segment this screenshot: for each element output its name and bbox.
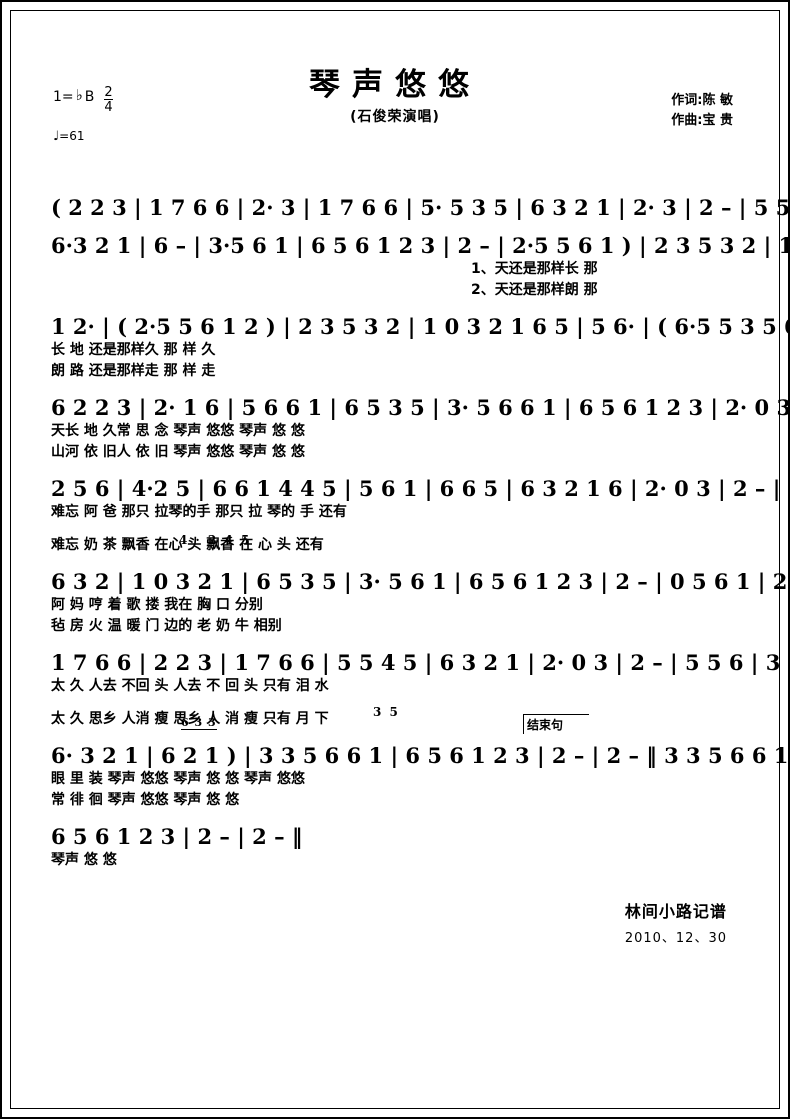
system-1: ( 2 2 3 | 1 7 6 6 | 2· 3 | 1 7 6 6 | 5· … bbox=[51, 184, 790, 220]
system-4: 6 2 2 3 | 2· 1 6 | 5 6 6 1 | 6 5 3 5 | 3… bbox=[51, 384, 790, 463]
system-6: 6 3 2 | 1 0 3 2 1 | 6 5 3 5 | 3· 5 6 1 |… bbox=[51, 558, 790, 637]
score-systems: ( 2 2 3 | 1 7 6 6 | 2· 3 | 1 7 6 6 | 5· … bbox=[51, 184, 790, 871]
grace-note-633: 6 3 3 bbox=[181, 716, 217, 730]
lyrics-verse-2: 山河 依 旧人 依 旧 琴声 悠悠 琴声 悠 悠 bbox=[51, 444, 305, 460]
system-5: 2 5 6 | 4·2 5 | 6 6 1 4 4 5 | 5 6 1 | 6 … bbox=[51, 465, 790, 556]
notation-row: 6 5 6 1 2 3 | 2 – | 2 – ‖ bbox=[51, 824, 303, 849]
sheet-music-page: 琴声悠悠 (石俊荣演唱) 作词:陈 敏 作曲:宝 贵 1= ♭ B 2 4 ♩=… bbox=[0, 0, 790, 1119]
lyricist-credit: 作词:陈 敏 bbox=[671, 93, 733, 108]
notation-row: 2 5 6 | 4·2 5 | 6 6 1 4 4 5 | 5 6 1 | 6 … bbox=[51, 476, 790, 501]
lyrics-verse-2: 朗 路 还是那样走 那 样 走 bbox=[51, 363, 216, 379]
tempo-marking: ♩=61 bbox=[53, 129, 113, 144]
lyrics-verse-1: 难忘 阿 爸 那只 拉琴的手 那只 拉 琴的 手 还有 bbox=[51, 504, 347, 520]
lyrics-verse-1: 太 久 人去 不回 头 人去 不 回 头 只有 泪 水 bbox=[51, 678, 329, 694]
lyrics-verse-1: 1、天还是那样长 那 bbox=[471, 261, 598, 277]
notation-row: 1 7 6 6 | 2 2 3 | 1 7 6 6 | 5 5 4 5 | 6 … bbox=[51, 650, 790, 675]
page-title: 琴声悠悠 bbox=[309, 67, 481, 103]
key-signature-block: 1= ♭ B 2 4 ♩=61 bbox=[53, 85, 113, 144]
lyrics-verse-1: 阿 妈 哼 着 歌 搂 我在 胸 口 分别 bbox=[51, 597, 263, 613]
flat-icon: ♭ bbox=[75, 86, 83, 104]
footer-block: 林间小路记谱 2010、12、30 bbox=[625, 898, 727, 946]
system-3: 1 2· | ( 2·5 5 6 1 2 ) | 2 3 5 3 2 | 1 0… bbox=[51, 303, 790, 382]
system-9: 6 5 6 1 2 3 | 2 – | 2 – ‖ 琴声 悠 悠 bbox=[51, 813, 739, 871]
page-inner-border: 琴声悠悠 (石俊荣演唱) 作词:陈 敏 作曲:宝 贵 1= ♭ B 2 4 ♩=… bbox=[10, 10, 790, 1109]
time-denominator: 4 bbox=[104, 99, 113, 115]
credits-block: 作词:陈 敏 作曲:宝 贵 bbox=[671, 91, 733, 131]
ending-section-label: 结束句 bbox=[522, 714, 589, 734]
performer-subtitle: (石俊荣演唱) bbox=[350, 109, 440, 125]
lyrics-verse-1: 天长 地 久常 思 念 琴声 悠悠 琴声 悠 悠 bbox=[51, 423, 305, 439]
transcription-date: 2010、12、30 bbox=[624, 931, 727, 946]
alternate-notation-verse2: 4 · 2 4 5 bbox=[179, 533, 252, 547]
system-7: 1 7 6 6 | 2 2 3 | 1 7 6 6 | 5 5 4 5 | 6 … bbox=[51, 639, 790, 730]
notation-row: 1 2· | ( 2·5 5 6 1 2 ) | 2 3 5 3 2 | 1 0… bbox=[51, 314, 790, 339]
notation-row: 6·3 2 1 | 6 – | 3·5 6 1 | 6 5 6 1 2 3 | … bbox=[51, 233, 790, 258]
system-2: 6·3 2 1 | 6 – | 3·5 6 1 | 6 5 6 1 2 3 | … bbox=[51, 222, 790, 301]
key-note: B bbox=[84, 89, 95, 105]
lyrics-verse-2: 常 徘 徊 琴声 悠悠 琴声 悠 悠 bbox=[51, 792, 240, 808]
lyrics-verse-2: 2、天还是那样朗 那 bbox=[471, 282, 598, 298]
tempo-value: =61 bbox=[59, 129, 85, 143]
lyrics-verse-1: 长 地 还是那样久 那 样 久 bbox=[51, 342, 216, 358]
lyrics-verse-1: 琴声 悠 悠 bbox=[51, 852, 117, 868]
notation-row: ( 2 2 3 | 1 7 6 6 | 2· 3 | 1 7 6 6 | 5· … bbox=[51, 195, 790, 220]
key-label: 1= bbox=[53, 89, 74, 105]
lyrics-verse-1: 眼 里 装 琴声 悠悠 琴声 悠 悠 琴声 悠悠 bbox=[51, 771, 305, 787]
score-sheet: 琴声悠悠 (石俊荣演唱) 作词:陈 敏 作曲:宝 贵 1= ♭ B 2 4 ♩=… bbox=[23, 23, 790, 1096]
lyrics-verse-2: 毡 房 火 温 暖 门 边的 老 奶 牛 相别 bbox=[51, 618, 282, 634]
notation-row: 6 3 2 | 1 0 3 2 1 | 6 5 3 5 | 3· 5 6 1 |… bbox=[51, 569, 790, 594]
notation-row: 6· 3 2 1 | 6 2 1 ) | 3 3 5 6 6 1 | 6 5 6… bbox=[51, 743, 790, 768]
notation-row: 6 2 2 3 | 2· 1 6 | 5 6 6 1 | 6 5 3 5 | 3… bbox=[51, 395, 790, 420]
grace-note-group: 6 3 3 bbox=[181, 716, 217, 730]
time-numerator: 2 bbox=[104, 85, 113, 100]
system-8: 6 3 3 结束句 6· 3 2 1 | 6 2 1 ) | 3 3 5 6 6… bbox=[51, 714, 790, 811]
composer-credit: 作曲:宝 贵 bbox=[671, 113, 733, 129]
transcriber-credit: 林间小路记谱 bbox=[624, 902, 727, 921]
time-signature: 2 4 bbox=[104, 85, 113, 115]
